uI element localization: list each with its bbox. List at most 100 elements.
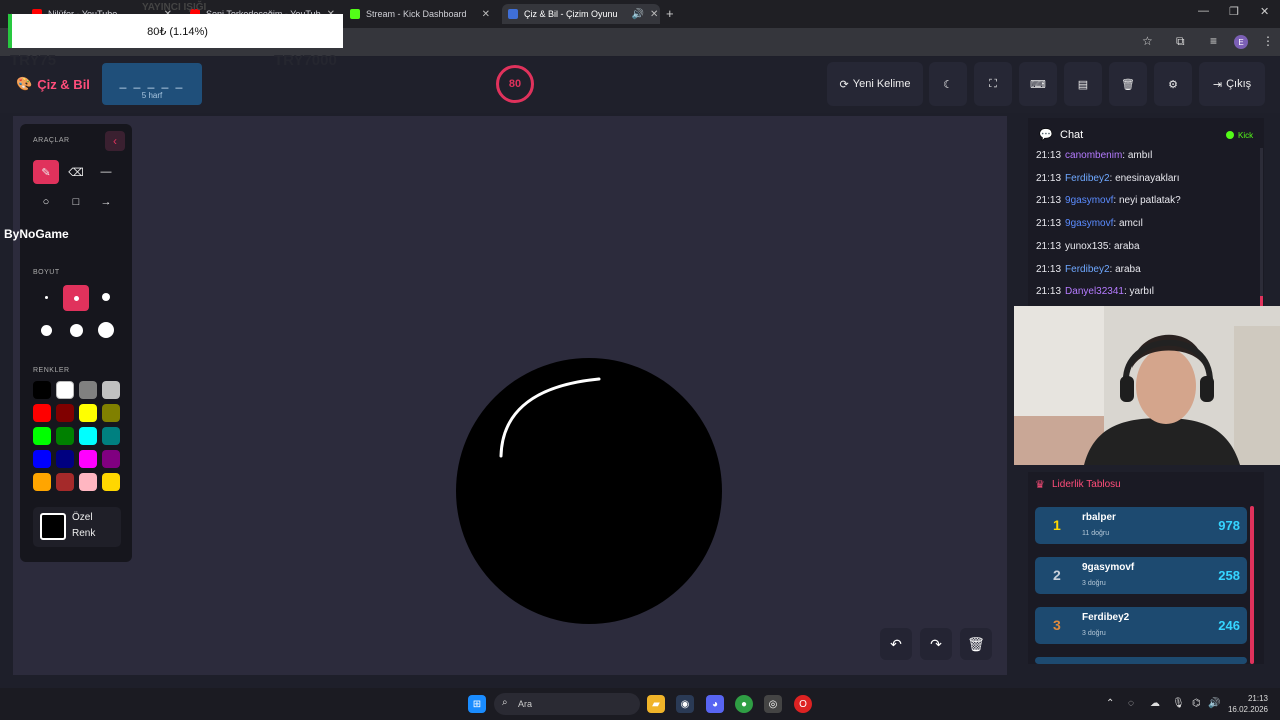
reading-list-icon[interactable]: ≡ <box>1210 34 1217 48</box>
opera-button[interactable]: O <box>794 695 812 713</box>
new-word-button[interactable]: ⟳ Yeni Kelime <box>827 62 923 106</box>
brush-tool[interactable]: ✎ <box>33 160 59 184</box>
size-option-2[interactable] <box>63 285 89 311</box>
color-swatch[interactable] <box>79 473 97 491</box>
chat-username[interactable]: 9gasymovf <box>1065 195 1113 206</box>
leaderboard-title: Liderlik Tablosu <box>1052 479 1121 490</box>
keyboard-button[interactable]: ⌨ <box>1019 62 1057 106</box>
speaker-icon[interactable]: 🔊 <box>626 9 644 20</box>
tab-kick-dashboard[interactable]: Stream - Kick Dashboard ✕ <box>344 4 496 24</box>
trash-button[interactable]: 🗑 <box>1109 62 1147 106</box>
close-icon[interactable]: ✕ <box>476 9 490 20</box>
chat-title: Chat <box>1060 129 1084 141</box>
close-window-icon[interactable]: ✕ <box>1260 5 1269 18</box>
color-swatch[interactable] <box>79 427 97 445</box>
undo-button[interactable]: ↶ <box>880 628 912 660</box>
clear-canvas-button[interactable]: 🗑 <box>960 628 992 660</box>
size-option-3[interactable] <box>93 285 119 309</box>
chrome-icon: ● <box>740 698 748 710</box>
file-explorer-button[interactable]: ▰ <box>647 695 665 713</box>
chrome-button[interactable]: ● <box>735 695 753 713</box>
color-swatch[interactable] <box>56 427 74 445</box>
circle-tool[interactable]: ○ <box>33 190 59 214</box>
color-swatch[interactable] <box>102 450 120 468</box>
restore-icon[interactable]: ❐ <box>1229 5 1239 18</box>
color-swatch[interactable] <box>33 404 51 422</box>
color-swatch[interactable] <box>56 450 74 468</box>
taskbar-time[interactable]: 21:13 <box>1236 694 1268 703</box>
redo-button[interactable]: ↷ <box>920 628 952 660</box>
profile-avatar[interactable]: E <box>1234 35 1248 49</box>
color-swatch[interactable] <box>33 381 51 399</box>
dark-mode-button[interactable]: ☾ <box>929 62 967 106</box>
color-swatch[interactable] <box>102 427 120 445</box>
chat-message: 21:13 9gasymovf: amcıl <box>1036 218 1143 229</box>
line-tool[interactable]: — <box>93 160 119 184</box>
color-swatch[interactable] <box>79 381 97 399</box>
taskbar-date[interactable]: 16.02.2026 <box>1224 705 1268 714</box>
word-blanks: _ _ _ _ _ <box>119 75 185 89</box>
cloud-icon[interactable]: ☁ <box>1150 698 1160 709</box>
brand-name: Çiz & Bil <box>37 76 90 92</box>
chat-username[interactable]: 9gasymovf <box>1065 218 1113 229</box>
leaderboard-scrollbar[interactable] <box>1250 506 1254 664</box>
microphone-icon[interactable]: 🎙 <box>1172 698 1185 709</box>
chat-username[interactable]: Ferdibey2 <box>1065 264 1109 275</box>
bookmark-star-icon[interactable]: ☆ <box>1142 34 1153 48</box>
start-button[interactable]: ⊞ <box>468 695 486 713</box>
chat-username[interactable]: canombenim <box>1065 150 1122 161</box>
chat-time: 21:13 <box>1036 286 1062 298</box>
color-swatch[interactable] <box>33 450 51 468</box>
taskbar-search[interactable] <box>494 693 640 715</box>
discord-button[interactable]: ◕ <box>706 695 724 713</box>
fullscreen-button[interactable]: ⛶ <box>974 62 1012 106</box>
color-swatch[interactable] <box>79 404 97 422</box>
color-swatch[interactable] <box>33 473 51 491</box>
circle-icon: ○ <box>42 196 50 208</box>
color-swatch[interactable] <box>102 473 120 491</box>
rectangle-tool[interactable]: □ <box>63 190 89 214</box>
menu-icon[interactable]: ⋮ <box>1262 34 1274 48</box>
size-option-5[interactable] <box>63 318 89 342</box>
new-tab-button[interactable]: + <box>666 6 674 21</box>
color-swatch[interactable] <box>79 450 97 468</box>
color-swatch[interactable] <box>102 404 120 422</box>
color-swatch[interactable] <box>56 473 74 491</box>
obs-button[interactable]: ◎ <box>764 695 782 713</box>
eraser-icon: ⌫ <box>68 166 84 179</box>
color-swatch[interactable] <box>56 404 74 422</box>
leaderboard-score: 258 <box>1218 568 1240 583</box>
arrow-tool[interactable]: → <box>93 190 119 214</box>
tray-chevron-icon[interactable]: ⌃ <box>1106 698 1114 709</box>
extensions-icon[interactable]: ⧉ <box>1176 34 1185 49</box>
chat-username[interactable]: Danyel32341 <box>1065 286 1124 297</box>
network-icon[interactable]: ⌬ <box>1192 698 1201 709</box>
volume-icon[interactable]: 🔊 <box>1208 698 1220 709</box>
refresh-icon: ⟳ <box>839 78 849 91</box>
color-swatch[interactable] <box>102 381 120 399</box>
minimize-icon[interactable]: — <box>1198 5 1209 17</box>
tray-app-icon[interactable]: ◌ <box>1128 698 1134 709</box>
color-swatch[interactable] <box>56 381 74 399</box>
brand-logo: 🎨 Çiz & Bil <box>16 76 90 92</box>
overlay-ghost-title: YAYINCI IŞIĞI <box>142 2 207 13</box>
close-icon[interactable]: ✕ <box>644 9 658 20</box>
steam-button[interactable]: ◉ <box>676 695 694 713</box>
chat-scrollbar[interactable] <box>1260 148 1263 306</box>
settings-button[interactable]: ⚙ <box>1154 62 1192 106</box>
size-option-1[interactable] <box>33 285 59 309</box>
chat-username[interactable]: yunox135 <box>1065 241 1108 252</box>
chat-time: 21:13 <box>1036 172 1062 184</box>
custom-color-swatch[interactable] <box>40 513 66 540</box>
watermark-logo: ByNoGame <box>4 227 69 241</box>
eraser-tool[interactable]: ⌫ <box>63 160 89 184</box>
archive-button[interactable]: ▤ <box>1064 62 1102 106</box>
chat-username[interactable]: Ferdibey2 <box>1065 173 1109 184</box>
size-option-6[interactable] <box>93 318 119 342</box>
size-option-4[interactable] <box>33 318 59 342</box>
collapse-panel-button[interactable]: ‹ <box>105 131 125 151</box>
color-swatch[interactable] <box>33 427 51 445</box>
chat-scroll-thumb[interactable] <box>1260 296 1263 306</box>
tab-ciz-bil[interactable]: Çiz & Bil - Çizim Oyunu 🔊 ✕ <box>502 4 660 24</box>
exit-button[interactable]: ⇥ Çıkış <box>1199 62 1265 106</box>
